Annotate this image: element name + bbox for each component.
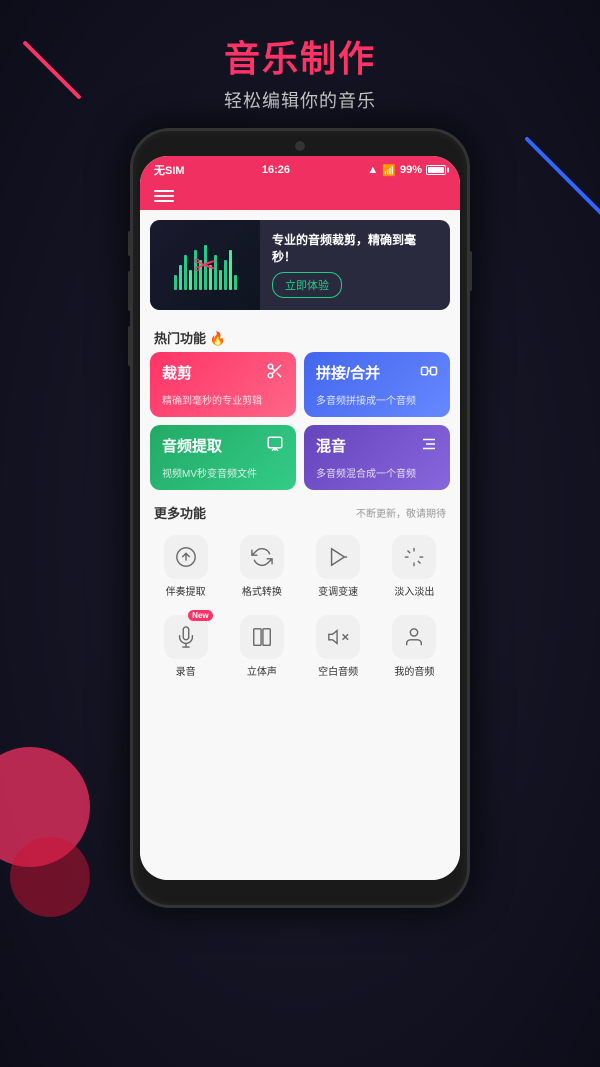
hot-card-name-3: 混音: [316, 435, 346, 456]
more-icon-wrap-4: New: [164, 615, 208, 659]
more-icon-wrap-0: [164, 535, 208, 579]
hamburger-menu[interactable]: [154, 190, 174, 202]
more-label-0: 伴奏提取: [166, 583, 206, 598]
hot-card-3[interactable]: 混音 多音频混合成一个音频: [304, 425, 450, 490]
scissors-icon: ✂: [193, 249, 216, 282]
phone-button-left1: [128, 231, 132, 256]
more-icon-wrap-5: [240, 615, 284, 659]
wifi-icon: 📶: [382, 164, 396, 177]
status-bar: 无SIM 16:26 ▲ 📶 99%: [140, 156, 460, 182]
more-item-0[interactable]: 伴奏提取: [150, 527, 221, 602]
phone-camera: [295, 141, 305, 151]
hot-card-desc-3: 多音频混合成一个音频: [316, 465, 438, 480]
more-item-1[interactable]: 格式转换: [226, 527, 297, 602]
hot-section-header: 热门功能 🔥: [140, 320, 460, 352]
more-item-2[interactable]: 变调变速: [303, 527, 374, 602]
hot-card-icon-3: [420, 435, 438, 458]
more-item-6[interactable]: 空白音频: [303, 607, 374, 682]
more-label-5: 立体声: [247, 663, 277, 678]
screen-content: 无SIM 16:26 ▲ 📶 99%: [140, 156, 460, 880]
hot-card-name-1: 拼接/合并: [316, 362, 380, 383]
more-section-title: 更多功能: [154, 503, 206, 522]
hot-card-top-1: 拼接/合并: [316, 362, 438, 385]
carrier-label: 无SIM: [154, 162, 185, 178]
hamburger-line-1: [154, 190, 174, 192]
battery-icon: [426, 165, 446, 175]
hot-card-top-2: 音频提取: [162, 435, 284, 458]
more-label-7: 我的音频: [394, 663, 434, 678]
hot-card-top-3: 混音: [316, 435, 438, 458]
status-icons: ▲ 📶 99%: [367, 164, 446, 177]
phone-button-right: [468, 251, 472, 291]
battery-percent: 99%: [400, 164, 422, 176]
more-icon-wrap-3: [392, 535, 436, 579]
signal-icon: ▲: [367, 164, 378, 176]
new-badge-4: New: [188, 610, 212, 621]
page-subtitle: 轻松编辑你的音乐: [224, 87, 376, 113]
more-icon-wrap-6: [316, 615, 360, 659]
hot-card-2[interactable]: 音频提取 视频MV秒变音频文件: [150, 425, 296, 490]
hot-card-1[interactable]: 拼接/合并 多音频拼接成一个音频: [304, 352, 450, 417]
more-item-7[interactable]: 我的音频: [379, 607, 450, 682]
hot-section-title: 热门功能 🔥: [154, 328, 226, 347]
more-label-6: 空白音频: [318, 663, 358, 678]
more-section-header: 更多功能 不断更新，敬请期待: [140, 495, 460, 527]
hot-card-desc-1: 多音频拼接成一个音频: [316, 392, 438, 407]
more-item-5[interactable]: 立体声: [226, 607, 297, 682]
more-icon-wrap-7: [392, 615, 436, 659]
more-label-1: 格式转换: [242, 583, 282, 598]
hot-card-0[interactable]: 裁剪 精确到毫秒的专业剪辑: [150, 352, 296, 417]
more-features-grid: 伴奏提取 格式转换 变调变速 淡入淡出 New 录音 立体声: [140, 527, 460, 682]
phone-button-left3: [128, 326, 132, 366]
more-label-2: 变调变速: [318, 583, 358, 598]
hamburger-line-2: [154, 195, 174, 197]
hot-card-desc-2: 视频MV秒变音频文件: [162, 465, 284, 480]
banner-visual: ✂: [150, 220, 260, 310]
more-label-4: 录音: [176, 663, 196, 678]
battery-fill: [428, 167, 444, 173]
hot-card-name-2: 音频提取: [162, 435, 222, 456]
more-icon-wrap-1: [240, 535, 284, 579]
hot-card-name-0: 裁剪: [162, 362, 192, 383]
page-header: 音乐制作 轻松编辑你的音乐: [204, 0, 396, 128]
more-section-note: 不断更新，敬请期待: [356, 505, 446, 520]
banner-button[interactable]: 立即体验: [272, 272, 342, 298]
banner-text: 专业的音频裁剪，精确到毫秒！ 立即体验: [260, 224, 450, 306]
app-header: [140, 182, 460, 210]
hot-card-desc-0: 精确到毫秒的专业剪辑: [162, 392, 284, 407]
more-icon-wrap-2: [316, 535, 360, 579]
banner-title: 专业的音频裁剪，精确到毫秒！: [272, 232, 438, 266]
phone-mockup: 无SIM 16:26 ▲ 📶 99%: [130, 128, 470, 908]
time-label: 16:26: [262, 164, 290, 176]
hot-card-icon-0: [266, 362, 284, 385]
more-item-3[interactable]: 淡入淡出: [379, 527, 450, 602]
phone-button-left2: [128, 271, 132, 311]
more-label-3: 淡入淡出: [394, 583, 434, 598]
hot-card-top-0: 裁剪: [162, 362, 284, 385]
hot-card-icon-2: [266, 435, 284, 458]
promo-banner[interactable]: ✂ 专业的音频裁剪，精确到毫秒！ 立即体验: [150, 220, 450, 310]
hot-card-icon-1: [420, 362, 438, 385]
phone-screen: 无SIM 16:26 ▲ 📶 99%: [140, 156, 460, 880]
page-title: 音乐制作: [224, 30, 376, 82]
hamburger-line-3: [154, 200, 174, 202]
hot-features-grid: 裁剪 精确到毫秒的专业剪辑 拼接/合并 多音频拼接成一个音频 音频提取 视频MV…: [140, 352, 460, 490]
more-item-4[interactable]: New 录音: [150, 607, 221, 682]
